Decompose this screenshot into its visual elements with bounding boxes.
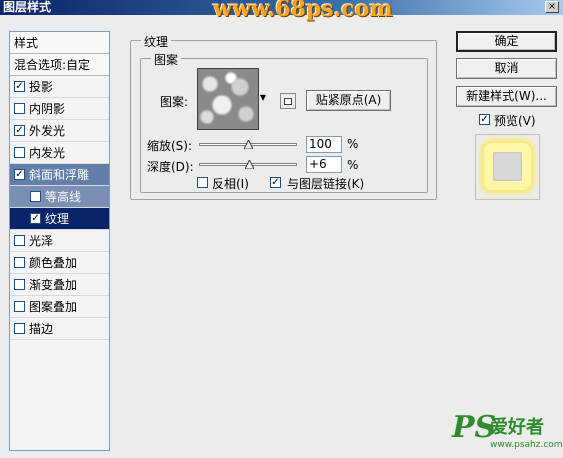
pattern-overlay-checkbox[interactable] (14, 301, 25, 312)
brand-url: www.psahz.com (490, 440, 563, 450)
depth-unit: % (347, 158, 359, 172)
pattern-group-title: 图案 (151, 51, 182, 68)
style-item-label: 光泽 (29, 233, 54, 248)
depth-label: 深度(D): (147, 160, 194, 174)
link-with-layer-checkbox[interactable]: ✓ (270, 177, 281, 188)
scale-label: 缩放(S): (147, 139, 193, 153)
style-item-label: 内阴影 (29, 101, 66, 116)
pattern-label: 图案: (160, 95, 189, 109)
brand-name: 爱好者 (490, 417, 544, 438)
style-item-label: 渐变叠加 (29, 277, 78, 292)
style-item-label: 图案叠加 (29, 299, 78, 314)
color-overlay-checkbox[interactable] (14, 257, 25, 268)
invert-label: 反相(I) (212, 177, 249, 191)
preview-glow (484, 143, 531, 190)
style-item-outer-glow[interactable]: ✓ 外发光 (10, 120, 109, 142)
style-item-label: 颜色叠加 (29, 255, 78, 270)
style-item-drop-shadow[interactable]: ✓ 投影 (10, 76, 109, 98)
style-item-label: 投影 (29, 79, 54, 94)
new-preset-icon (284, 98, 292, 105)
new-preset-button[interactable] (280, 93, 296, 109)
watermark-text: www.68ps.com (213, 0, 393, 22)
style-item-satin[interactable]: 光泽 (10, 230, 109, 252)
snap-origin-button[interactable]: 贴紧原点(A) (306, 90, 391, 111)
style-item-label: 内发光 (29, 145, 66, 160)
preview-checkbox[interactable]: ✓ (479, 114, 490, 125)
satin-checkbox[interactable] (14, 235, 25, 246)
style-item-label: 斜面和浮雕 (29, 167, 90, 182)
style-item-label: 纹理 (45, 211, 70, 226)
pattern-dropdown-icon[interactable]: ▼ (259, 93, 267, 103)
new-style-button[interactable]: 新建样式(W)... (456, 86, 557, 107)
inner-glow-checkbox[interactable] (14, 147, 25, 158)
style-item-contour[interactable]: 等高线 (10, 186, 109, 208)
style-item-inner-glow[interactable]: 内发光 (10, 142, 109, 164)
scale-unit: % (347, 137, 359, 151)
link-with-layer-label: 与图层链接(K) (287, 177, 365, 191)
ok-button[interactable]: 确定 (456, 31, 557, 52)
style-item-gradient-overlay[interactable]: 渐变叠加 (10, 274, 109, 296)
stroke-checkbox[interactable] (14, 323, 25, 334)
pattern-swatch[interactable] (197, 68, 259, 130)
invert-checkbox[interactable] (197, 177, 208, 188)
preview-inner (493, 152, 522, 181)
preview-label: 预览(V) (494, 114, 536, 128)
style-item-label: 外发光 (29, 123, 66, 138)
style-item-texture[interactable]: ✓ 纹理 (10, 208, 109, 230)
scale-input[interactable]: 100 (306, 136, 342, 153)
style-item-color-overlay[interactable]: 颜色叠加 (10, 252, 109, 274)
contour-checkbox[interactable] (30, 191, 41, 202)
cancel-button[interactable]: 取消 (456, 58, 557, 79)
texture-checkbox[interactable]: ✓ (30, 213, 41, 224)
style-preview (475, 134, 540, 200)
drop-shadow-checkbox[interactable]: ✓ (14, 81, 25, 92)
style-item-bevel-emboss[interactable]: ✓ 斜面和浮雕 (10, 164, 109, 186)
depth-input[interactable]: +6 (306, 156, 342, 173)
style-item-label: 描边 (29, 321, 54, 336)
outer-glow-checkbox[interactable]: ✓ (14, 125, 25, 136)
title-bar: 图层样式 www.68ps.com × (0, 0, 563, 22)
style-item-inner-shadow[interactable]: 内阴影 (10, 98, 109, 120)
style-item-pattern-overlay[interactable]: 图案叠加 (10, 296, 109, 318)
blend-options-item[interactable]: 混合选项:自定 (10, 54, 109, 76)
close-button[interactable]: × (545, 1, 559, 13)
depth-slider-thumb[interactable] (245, 160, 255, 169)
texture-group-title: 纹理 (141, 33, 172, 50)
style-list-header[interactable]: 样式 (10, 32, 109, 54)
brand-logo: PS 爱好者 www.psahz.com (452, 412, 563, 452)
style-item-label: 等高线 (45, 189, 82, 204)
inner-shadow-checkbox[interactable] (14, 103, 25, 114)
scale-slider-thumb[interactable] (243, 140, 253, 149)
style-list: 样式 混合选项:自定 ✓ 投影 内阴影 ✓ 外发光 内发光 ✓ 斜面和浮雕 等高… (9, 31, 110, 451)
style-item-stroke[interactable]: 描边 (10, 318, 109, 340)
window-title: 图层样式 (3, 0, 52, 14)
gradient-overlay-checkbox[interactable] (14, 279, 25, 290)
bevel-emboss-checkbox[interactable]: ✓ (14, 169, 25, 180)
